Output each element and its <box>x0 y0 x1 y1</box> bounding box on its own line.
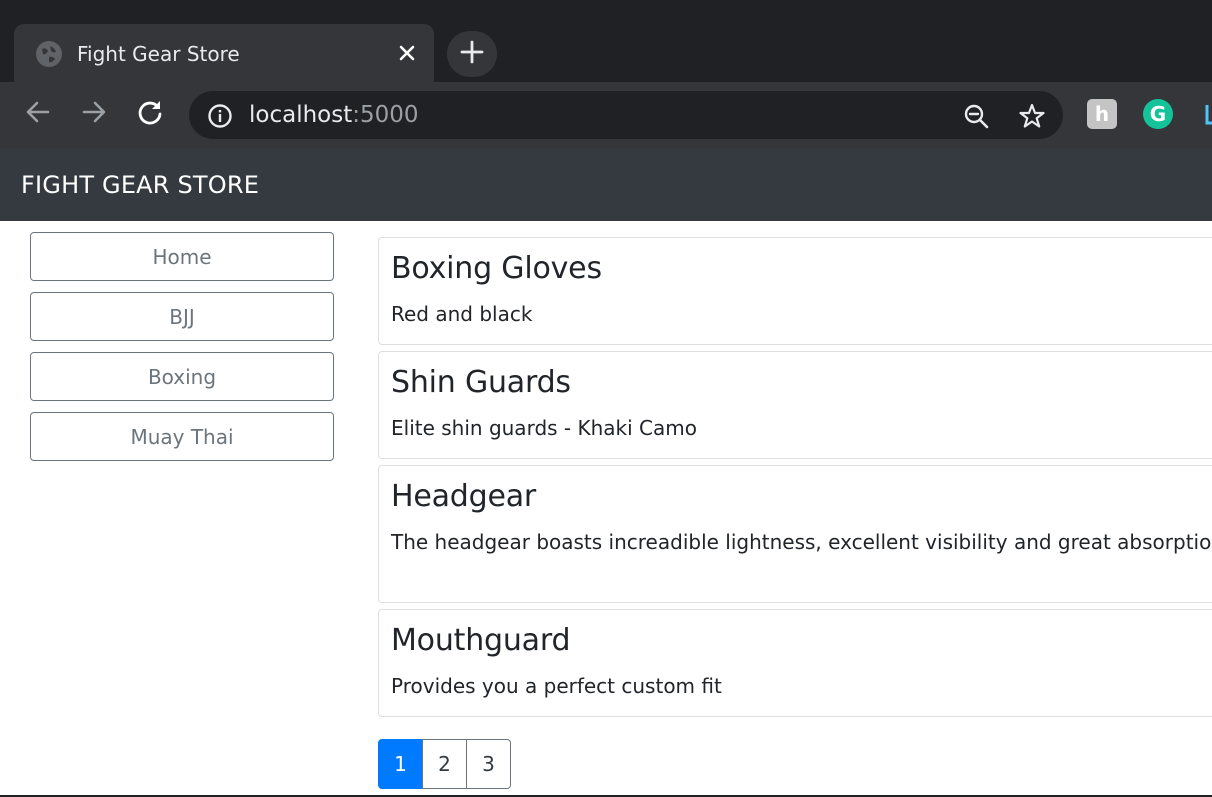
back-arrow-icon <box>24 98 52 130</box>
category-sidebar: Home BJJ Boxing Muay Thai <box>30 232 334 472</box>
browser-chrome: Fight Gear Store localhost:5000 h G <box>0 0 1212 148</box>
sidebar-item-bjj[interactable]: BJJ <box>30 292 334 341</box>
star-icon[interactable] <box>1017 101 1047 131</box>
plus-icon <box>459 39 485 69</box>
product-list: Boxing Gloves Red and black Shin Guards … <box>378 237 1212 723</box>
url-text: localhost:5000 <box>249 101 419 129</box>
product-card[interactable]: Headgear The headgear boasts increadible… <box>378 465 1212 603</box>
site-brand[interactable]: FIGHT GEAR STORE <box>21 170 259 200</box>
url-port: :5000 <box>352 102 419 128</box>
grammarly-extension-icon[interactable]: G <box>1143 99 1173 129</box>
new-tab-button[interactable] <box>447 31 497 77</box>
product-description: The headgear boasts increadible lightnes… <box>391 530 1212 554</box>
forward-arrow-icon <box>80 98 108 130</box>
forward-button[interactable] <box>76 96 112 132</box>
sidebar-item-muay-thai[interactable]: Muay Thai <box>30 412 334 461</box>
product-description: Provides you a perfect custom fit <box>391 674 722 698</box>
browser-tab[interactable]: Fight Gear Store <box>14 24 434 82</box>
extension-glyph: h <box>1094 102 1110 126</box>
info-icon[interactable] <box>207 103 233 129</box>
product-description: Elite shin guards - Khaki Camo <box>391 416 697 440</box>
zoom-out-icon[interactable] <box>961 101 991 131</box>
tab-strip: Fight Gear Store <box>0 0 1212 82</box>
product-title: Boxing Gloves <box>391 251 602 286</box>
product-card[interactable]: Shin Guards Elite shin guards - Khaki Ca… <box>378 351 1212 459</box>
page-link-1[interactable]: 1 <box>378 739 423 789</box>
sidebar-item-home[interactable]: Home <box>30 232 334 281</box>
site-navbar: FIGHT GEAR STORE <box>0 148 1212 221</box>
sidebar-item-boxing[interactable]: Boxing <box>30 352 334 401</box>
address-bar[interactable]: localhost:5000 <box>189 91 1063 139</box>
product-title: Mouthguard <box>391 623 571 658</box>
back-button[interactable] <box>20 96 56 132</box>
close-icon[interactable] <box>394 40 420 66</box>
browser-toolbar: localhost:5000 h G <box>0 82 1212 148</box>
extension-glyph: G <box>1149 102 1167 126</box>
product-title: Shin Guards <box>391 365 571 400</box>
tab-title: Fight Gear Store <box>77 42 240 66</box>
globe-icon <box>36 41 62 67</box>
product-card[interactable]: Boxing Gloves Red and black <box>378 237 1212 345</box>
product-title: Headgear <box>391 479 537 514</box>
page-link-3[interactable]: 3 <box>466 739 511 789</box>
url-host: localhost <box>249 102 353 128</box>
honey-extension-icon[interactable]: h <box>1087 99 1117 129</box>
extension-icon-partial[interactable] <box>1199 99 1212 129</box>
page-link-2[interactable]: 2 <box>422 739 467 789</box>
reload-button[interactable] <box>132 96 168 132</box>
pagination: 1 2 3 <box>378 739 511 789</box>
product-card[interactable]: Mouthguard Provides you a perfect custom… <box>378 609 1212 717</box>
product-description: Red and black <box>391 302 533 326</box>
reload-icon <box>136 98 164 130</box>
